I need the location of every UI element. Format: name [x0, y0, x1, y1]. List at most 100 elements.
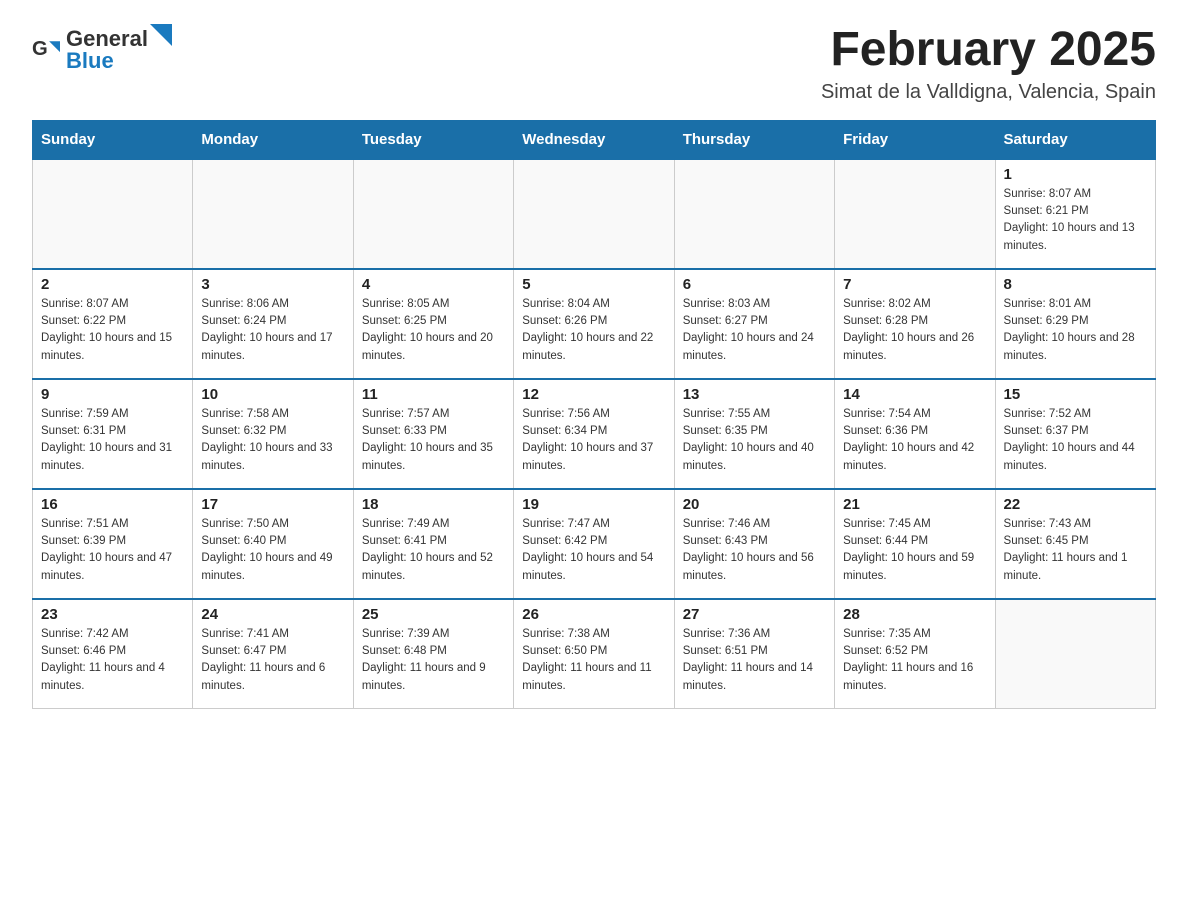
day-info: Sunrise: 7:36 AMSunset: 6:51 PMDaylight:…	[683, 626, 826, 695]
day-info: Sunrise: 7:39 AMSunset: 6:48 PMDaylight:…	[362, 626, 505, 695]
day-info: Sunrise: 8:02 AMSunset: 6:28 PMDaylight:…	[843, 296, 986, 365]
day-number: 1	[1004, 166, 1147, 183]
calendar-cell-w2-d5: 6 Sunrise: 8:03 AMSunset: 6:27 PMDaylight…	[674, 269, 834, 379]
day-number: 19	[522, 496, 665, 513]
calendar-cell-w2-d7: 8 Sunrise: 8:01 AMSunset: 6:29 PMDaylight…	[995, 269, 1155, 379]
calendar-cell-w3-d6: 14 Sunrise: 7:54 AMSunset: 6:36 PMDayligh…	[835, 379, 995, 489]
calendar-cell-w4-d4: 19 Sunrise: 7:47 AMSunset: 6:42 PMDayligh…	[514, 489, 674, 599]
day-info: Sunrise: 7:46 AMSunset: 6:43 PMDaylight:…	[683, 516, 826, 585]
calendar-cell-w4-d3: 18 Sunrise: 7:49 AMSunset: 6:41 PMDayligh…	[353, 489, 513, 599]
calendar-cell-w3-d7: 15 Sunrise: 7:52 AMSunset: 6:37 PMDayligh…	[995, 379, 1155, 489]
day-info: Sunrise: 8:06 AMSunset: 6:24 PMDaylight:…	[201, 296, 344, 365]
calendar-cell-w3-d5: 13Sunrise: 7:55 AMSunset: 6:35 PMDayligh…	[674, 379, 834, 489]
day-number: 24	[201, 606, 344, 623]
header-saturday: Saturday	[995, 120, 1155, 159]
header-thursday: Thursday	[674, 120, 834, 159]
day-number: 26	[522, 606, 665, 623]
calendar-cell-w5-d4: 26 Sunrise: 7:38 AMSunset: 6:50 PMDayligh…	[514, 599, 674, 709]
header-friday: Friday	[835, 120, 995, 159]
calendar-cell-w2-d3: 4 Sunrise: 8:05 AMSunset: 6:25 PMDaylight…	[353, 269, 513, 379]
calendar-cell-w1-d5	[674, 159, 834, 269]
title-section: February 2025 Simat de la Valldigna, Val…	[821, 24, 1156, 104]
location-subtitle: Simat de la Valldigna, Valencia, Spain	[821, 81, 1156, 104]
calendar-cell-w5-d6: 28 Sunrise: 7:35 AMSunset: 6:52 PMDayligh…	[835, 599, 995, 709]
logo: G General Blue	[32, 24, 172, 74]
calendar-cell-w2-d6: 7 Sunrise: 8:02 AMSunset: 6:28 PMDaylight…	[835, 269, 995, 379]
day-number: 11	[362, 386, 505, 403]
day-number: 8	[1004, 276, 1147, 293]
day-number: 15	[1004, 386, 1147, 403]
day-number: 25	[362, 606, 505, 623]
day-info: Sunrise: 7:55 AMSunset: 6:35 PMDaylight:…	[683, 406, 826, 475]
day-number: 17	[201, 496, 344, 513]
calendar-table: Sunday Monday Tuesday Wednesday Thursday…	[32, 120, 1156, 710]
month-title: February 2025	[821, 24, 1156, 77]
calendar-cell-w2-d4: 5 Sunrise: 8:04 AMSunset: 6:26 PMDaylight…	[514, 269, 674, 379]
calendar-cell-w5-d7	[995, 599, 1155, 709]
day-info: Sunrise: 8:04 AMSunset: 6:26 PMDaylight:…	[522, 296, 665, 365]
calendar-cell-w5-d3: 25 Sunrise: 7:39 AMSunset: 6:48 PMDayligh…	[353, 599, 513, 709]
calendar-cell-w5-d1: 23 Sunrise: 7:42 AMSunset: 6:46 PMDayligh…	[33, 599, 193, 709]
calendar-cell-w5-d5: 27 Sunrise: 7:36 AMSunset: 6:51 PMDayligh…	[674, 599, 834, 709]
calendar-cell-w4-d5: 20Sunrise: 7:46 AMSunset: 6:43 PMDayligh…	[674, 489, 834, 599]
day-info: Sunrise: 7:58 AMSunset: 6:32 PMDaylight:…	[201, 406, 344, 475]
day-number: 18	[362, 496, 505, 513]
calendar-cell-w1-d4	[514, 159, 674, 269]
calendar-cell-w1-d6	[835, 159, 995, 269]
page-header: G General Blue February 2025 Simat de la…	[32, 24, 1156, 104]
calendar-cell-w3-d1: 9Sunrise: 7:59 AMSunset: 6:31 PMDaylight…	[33, 379, 193, 489]
day-info: Sunrise: 8:01 AMSunset: 6:29 PMDaylight:…	[1004, 296, 1147, 365]
day-info: Sunrise: 7:42 AMSunset: 6:46 PMDaylight:…	[41, 626, 184, 695]
day-number: 16	[41, 496, 184, 513]
day-info: Sunrise: 7:51 AMSunset: 6:39 PMDaylight:…	[41, 516, 184, 585]
calendar-cell-w4-d2: 17Sunrise: 7:50 AMSunset: 6:40 PMDayligh…	[193, 489, 353, 599]
day-info: Sunrise: 7:52 AMSunset: 6:37 PMDaylight:…	[1004, 406, 1147, 475]
day-info: Sunrise: 8:03 AMSunset: 6:27 PMDaylight:…	[683, 296, 826, 365]
day-number: 23	[41, 606, 184, 623]
calendar-cell-w5-d2: 24 Sunrise: 7:41 AMSunset: 6:47 PMDayligh…	[193, 599, 353, 709]
svg-text:G: G	[32, 38, 48, 60]
logo-blue-text: Blue	[66, 48, 114, 73]
day-info: Sunrise: 8:05 AMSunset: 6:25 PMDaylight:…	[362, 296, 505, 365]
calendar-cell-w1-d3	[353, 159, 513, 269]
logo-icon: G	[32, 35, 60, 63]
calendar-cell-w1-d2	[193, 159, 353, 269]
day-number: 28	[843, 606, 986, 623]
day-info: Sunrise: 7:54 AMSunset: 6:36 PMDaylight:…	[843, 406, 986, 475]
day-number: 21	[843, 496, 986, 513]
calendar-cell-w1-d1	[33, 159, 193, 269]
week-row-4: 16 Sunrise: 7:51 AMSunset: 6:39 PMDayligh…	[33, 489, 1156, 599]
calendar-cell-w1-d7: 1Sunrise: 8:07 AMSunset: 6:21 PMDaylight…	[995, 159, 1155, 269]
calendar-cell-w2-d2: 3 Sunrise: 8:06 AMSunset: 6:24 PMDaylight…	[193, 269, 353, 379]
day-number: 6	[683, 276, 826, 293]
day-info: Sunrise: 7:41 AMSunset: 6:47 PMDaylight:…	[201, 626, 344, 695]
header-wednesday: Wednesday	[514, 120, 674, 159]
day-info: Sunrise: 7:38 AMSunset: 6:50 PMDaylight:…	[522, 626, 665, 695]
day-info: Sunrise: 7:47 AMSunset: 6:42 PMDaylight:…	[522, 516, 665, 585]
calendar-cell-w4-d1: 16 Sunrise: 7:51 AMSunset: 6:39 PMDayligh…	[33, 489, 193, 599]
calendar-cell-w3-d3: 11Sunrise: 7:57 AMSunset: 6:33 PMDayligh…	[353, 379, 513, 489]
day-number: 14	[843, 386, 986, 403]
day-number: 27	[683, 606, 826, 623]
day-number: 7	[843, 276, 986, 293]
week-row-2: 2 Sunrise: 8:07 AMSunset: 6:22 PMDaylight…	[33, 269, 1156, 379]
day-number: 10	[201, 386, 344, 403]
day-number: 9	[41, 386, 184, 403]
day-number: 12	[522, 386, 665, 403]
day-info: Sunrise: 8:07 AMSunset: 6:22 PMDaylight:…	[41, 296, 184, 365]
day-number: 4	[362, 276, 505, 293]
calendar-cell-w4-d7: 22 Sunrise: 7:43 AMSunset: 6:45 PMDayligh…	[995, 489, 1155, 599]
logo-triangle	[150, 24, 172, 46]
day-number: 3	[201, 276, 344, 293]
day-info: Sunrise: 7:49 AMSunset: 6:41 PMDaylight:…	[362, 516, 505, 585]
week-row-5: 23 Sunrise: 7:42 AMSunset: 6:46 PMDayligh…	[33, 599, 1156, 709]
week-row-3: 9Sunrise: 7:59 AMSunset: 6:31 PMDaylight…	[33, 379, 1156, 489]
day-info: Sunrise: 7:35 AMSunset: 6:52 PMDaylight:…	[843, 626, 986, 695]
logo-wordmark: General Blue	[66, 24, 172, 74]
day-number: 5	[522, 276, 665, 293]
calendar-cell-w3-d4: 12Sunrise: 7:56 AMSunset: 6:34 PMDayligh…	[514, 379, 674, 489]
day-number: 22	[1004, 496, 1147, 513]
day-number: 2	[41, 276, 184, 293]
week-row-1: 1Sunrise: 8:07 AMSunset: 6:21 PMDaylight…	[33, 159, 1156, 269]
day-info: Sunrise: 7:43 AMSunset: 6:45 PMDaylight:…	[1004, 516, 1147, 585]
